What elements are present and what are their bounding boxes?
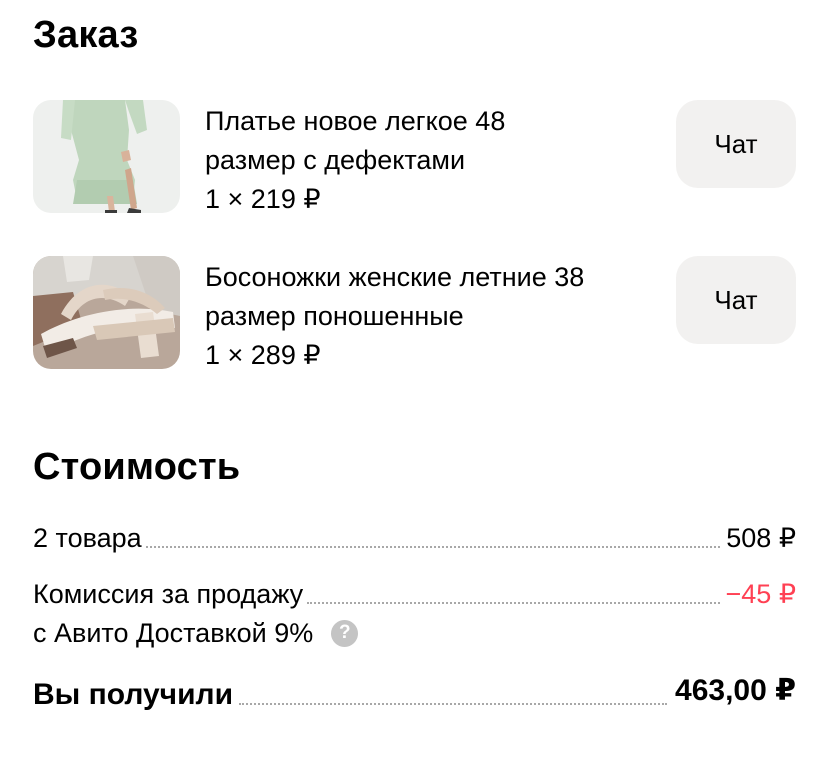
chat-button[interactable]: Чат <box>676 100 796 188</box>
total-label: Вы получили <box>33 678 234 711</box>
commission-row: Комиссия за продажу −45 ₽ <box>33 575 796 613</box>
commission-label: Комиссия за продажу <box>33 579 304 609</box>
dotted-leader <box>239 703 668 705</box>
item-title-line[interactable]: Платье новое легкое 48 <box>205 102 665 141</box>
items-cost-row: 2 товара 508 ₽ <box>33 519 796 557</box>
dotted-leader <box>307 602 720 604</box>
item-price: 1 × 219 ₽ <box>205 184 321 214</box>
question-icon[interactable]: ? <box>331 619 359 647</box>
items-cost-value: 508 ₽ <box>726 523 796 553</box>
sandals-photo[interactable] <box>33 256 180 369</box>
dress-photo[interactable] <box>33 100 180 213</box>
order-item-sandals[interactable]: Босоножки женские летние 38 размер понош… <box>33 256 796 370</box>
commission-label-continued: с Авито Доставкой 9% ? <box>33 614 359 652</box>
total-value: 463,00 ₽ <box>675 674 796 707</box>
item-title-line[interactable]: размер с дефектами <box>205 141 665 180</box>
chat-button[interactable]: Чат <box>676 256 796 344</box>
items-count-label: 2 товара <box>33 523 142 553</box>
order-title: Заказ <box>33 14 139 56</box>
dotted-leader <box>145 546 721 548</box>
order-item-dress[interactable]: Платье новое легкое 48 размер с дефектам… <box>33 100 796 214</box>
item-price: 1 × 289 ₽ <box>205 340 321 370</box>
item-title-line[interactable]: размер поношенные <box>205 297 665 336</box>
commission-value: −45 ₽ <box>725 579 796 609</box>
cost-title: Стоимость <box>33 446 241 488</box>
item-title-line[interactable]: Босоножки женские летние 38 <box>205 258 665 297</box>
total-row: Вы получили 463,00 ₽ <box>33 674 796 714</box>
commission-label-line2: с Авито Доставкой 9% <box>33 618 314 648</box>
